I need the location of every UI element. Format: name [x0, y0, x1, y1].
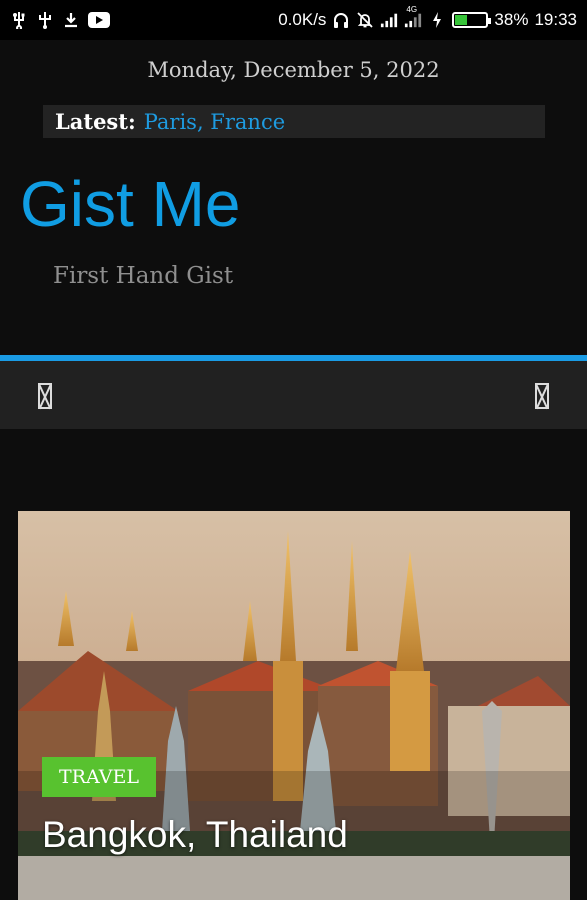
headphones-icon: [332, 11, 350, 29]
download-icon: [62, 11, 80, 29]
mute-icon: [356, 11, 374, 29]
search-toggle-icon[interactable]: [535, 383, 549, 409]
battery-level: [455, 15, 467, 25]
battery-icon: [452, 12, 492, 28]
network-speed: 0.0K/s: [278, 10, 327, 29]
signal-icon: [380, 11, 398, 29]
network-type: 4G: [406, 5, 418, 14]
usb-icon: [36, 11, 54, 29]
clock: 19:33: [534, 10, 577, 29]
ticker-link[interactable]: Paris, France: [144, 110, 285, 134]
status-bar-notifications: [10, 11, 110, 29]
featured-post-card[interactable]: TRAVEL Bangkok, Thailand: [18, 511, 570, 900]
signal-icon: 4G: [404, 5, 422, 29]
category-badge[interactable]: TRAVEL: [42, 757, 156, 797]
site-tagline: First Hand Gist: [53, 263, 234, 289]
menu-toggle-icon[interactable]: [38, 383, 52, 409]
navigation-bar: [0, 361, 587, 429]
current-date: Monday, December 5, 2022: [147, 58, 440, 82]
charging-icon: [428, 11, 446, 29]
youtube-icon: [88, 12, 110, 28]
usb-icon: [10, 11, 28, 29]
ticker-label: Latest:: [55, 109, 136, 134]
site-title[interactable]: Gist Me: [20, 172, 240, 236]
latest-ticker: Latest: Paris, France: [43, 105, 545, 138]
battery-percent: 38%: [494, 10, 529, 29]
status-bar-system: 0.0K/s 4G 38% 19:33: [278, 5, 577, 30]
status-bar: 0.0K/s 4G 38% 19:33: [0, 0, 587, 40]
post-title[interactable]: Bangkok, Thailand: [42, 814, 348, 856]
